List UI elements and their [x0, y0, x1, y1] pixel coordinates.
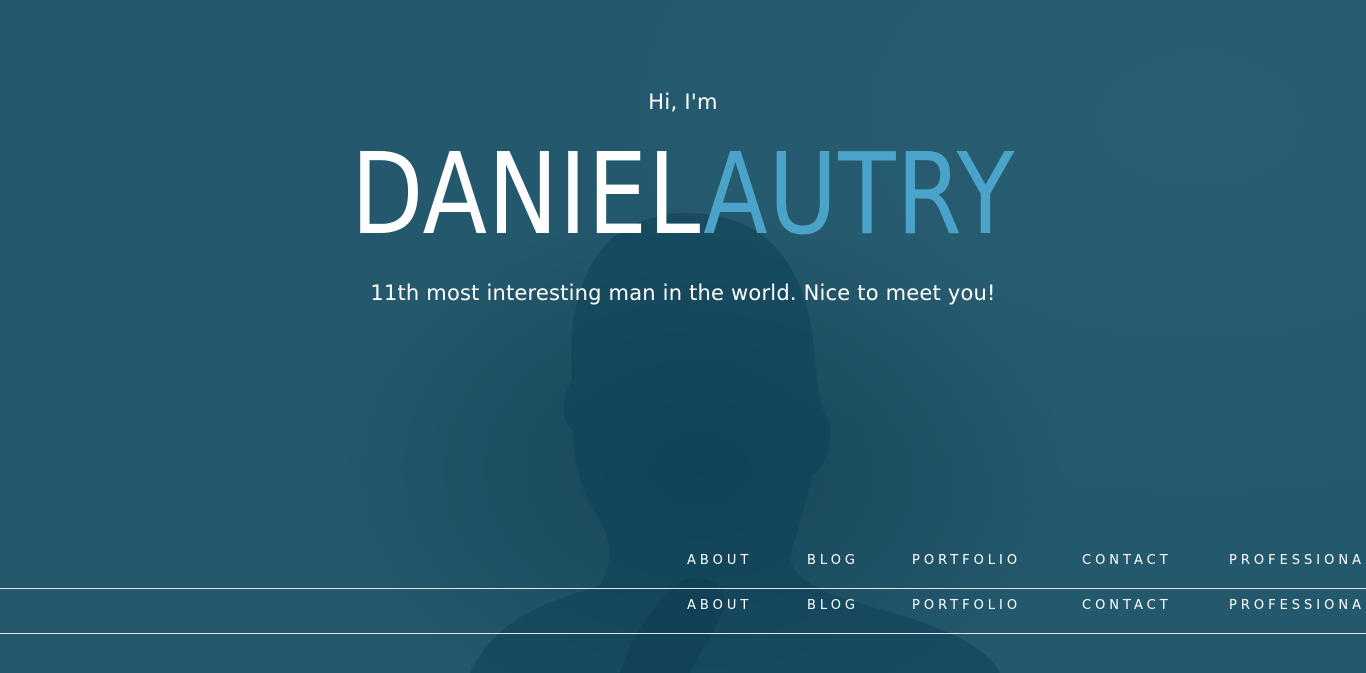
nav-link-blog[interactable]: BLOG — [807, 543, 859, 587]
tagline-text: 11th most interesting man in the world. … — [370, 281, 996, 305]
last-name: AUTRY — [703, 130, 1016, 260]
nav-link-portfolio[interactable]: PORTFOLIO — [912, 543, 1021, 587]
sticky-nav-bar: ABOUT BLOG PORTFOLIO CONTACT PROFESSIONA… — [0, 588, 1366, 634]
sticky-nav-link-contact[interactable]: CONTACT — [1082, 589, 1172, 633]
hero-name: DANIELAUTRY — [109, 130, 1256, 260]
greeting-text: Hi, I'm — [648, 90, 718, 114]
first-name: DANIEL — [350, 130, 704, 260]
sticky-nav-link-portfolio[interactable]: PORTFOLIO — [912, 589, 1021, 633]
sticky-nav-link-blog[interactable]: BLOG — [807, 589, 859, 633]
sticky-nav-link-about[interactable]: ABOUT — [687, 589, 752, 633]
nav-link-about[interactable]: ABOUT — [687, 543, 752, 587]
sticky-nav-link-professional[interactable]: PROFESSIONAL — [1229, 589, 1366, 633]
primary-nav: ABOUT BLOG PORTFOLIO CONTACT PROFESSIONA… — [0, 543, 1366, 587]
nav-link-professional[interactable]: PROFESSIONAL — [1229, 543, 1366, 587]
nav-link-contact[interactable]: CONTACT — [1082, 543, 1172, 587]
